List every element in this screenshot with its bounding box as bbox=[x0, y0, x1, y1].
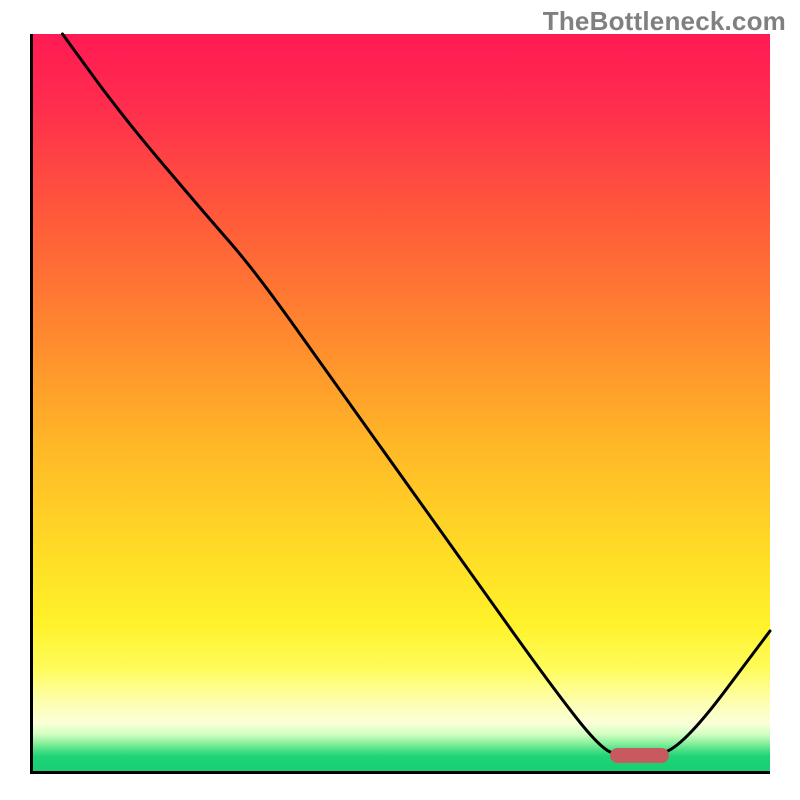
curve-line bbox=[62, 34, 770, 756]
plot-area bbox=[30, 34, 770, 774]
bottleneck-curve bbox=[33, 34, 770, 771]
optimal-range-marker bbox=[610, 748, 669, 763]
watermark-text: TheBottleneck.com bbox=[543, 6, 786, 37]
chart-canvas: TheBottleneck.com bbox=[0, 0, 800, 800]
